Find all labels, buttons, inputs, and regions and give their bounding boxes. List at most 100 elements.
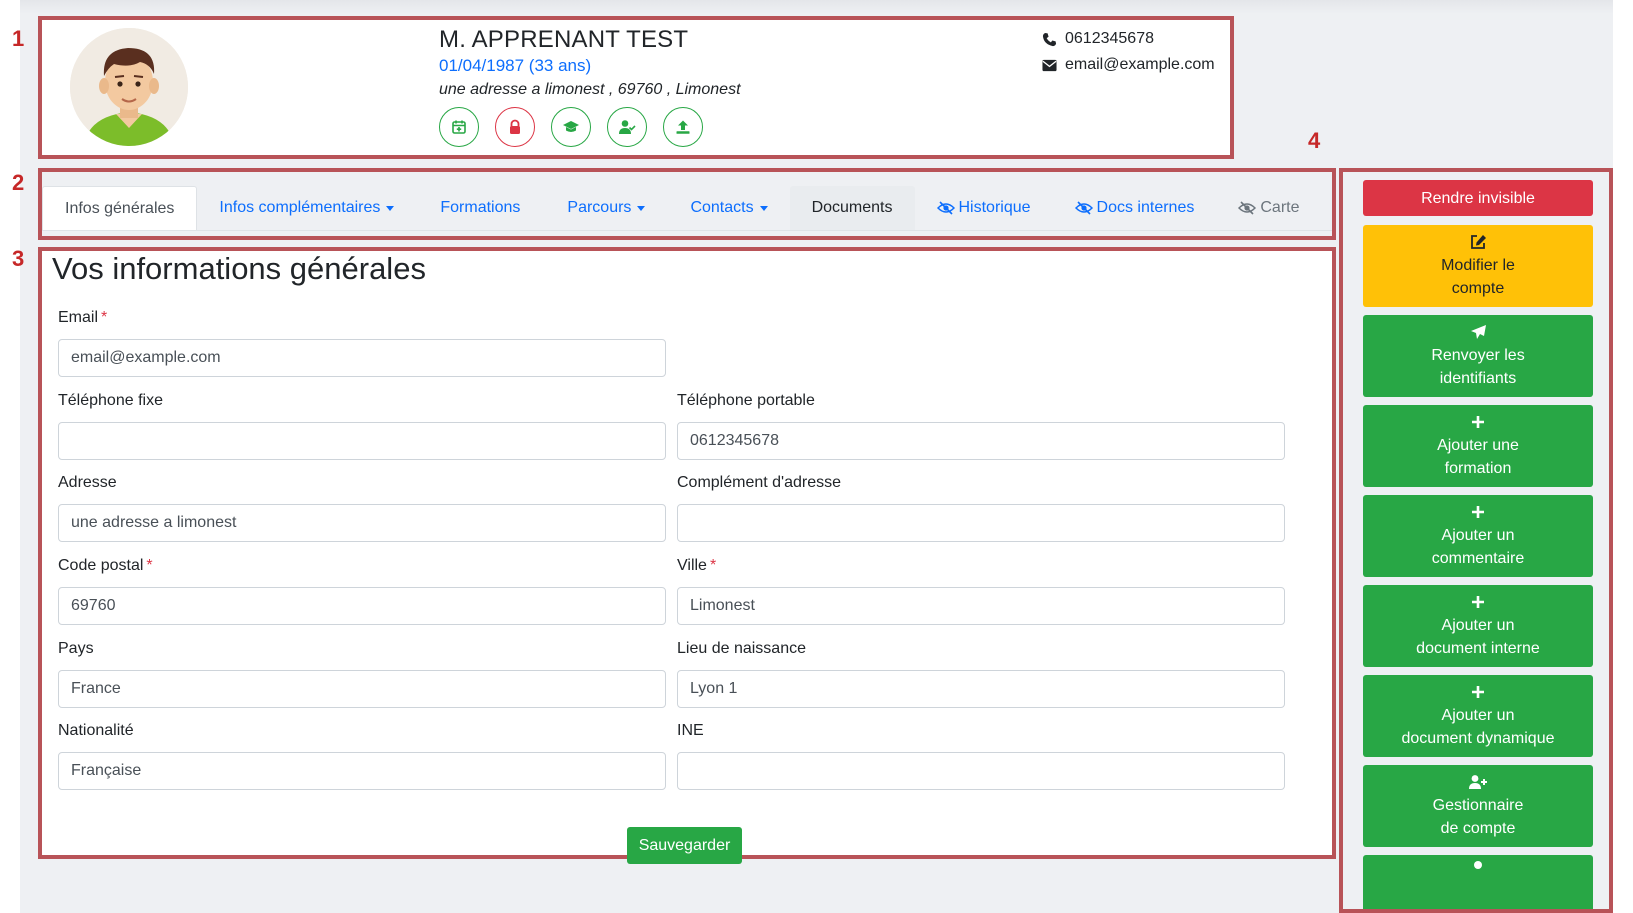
account-manager-button[interactable]: Gestionnaire de compte — [1363, 765, 1593, 847]
code-postal-input[interactable]: 69760 — [58, 587, 666, 625]
upload-icon — [676, 120, 690, 134]
user-check-button[interactable] — [607, 107, 647, 147]
resend-credentials-button[interactable]: Renvoyer les identifiants — [1363, 315, 1593, 397]
tab-infos-generales[interactable]: Infos générales — [42, 186, 198, 230]
profile-name: M. APPRENANT TEST — [439, 26, 689, 53]
nationalite-input[interactable]: Française — [58, 752, 666, 790]
edit-icon — [1470, 235, 1486, 249]
tab-parcours[interactable]: Parcours — [543, 186, 668, 230]
paper-plane-icon — [1470, 325, 1486, 339]
code-postal-label: Code postal * — [58, 557, 153, 574]
required-asterisk: * — [101, 309, 108, 326]
ville-field-group: Ville * Limonest — [677, 557, 1285, 625]
email-field-group: Email * email@example.com — [58, 309, 666, 377]
plus-icon — [1472, 506, 1484, 518]
plus-icon — [1472, 416, 1484, 428]
profile-email-text: email@example.com — [1065, 56, 1215, 73]
avatar-illustration-icon — [70, 28, 188, 146]
upload-button[interactable] — [663, 107, 703, 147]
complement-input[interactable] — [677, 504, 1285, 542]
tel-portable-label: Téléphone portable — [677, 392, 815, 409]
nationalite-label: Nationalité — [58, 722, 134, 739]
tel-fixe-input[interactable] — [58, 422, 666, 460]
save-button[interactable]: Sauvegarder — [627, 827, 742, 864]
lock-icon — [510, 119, 520, 134]
tel-portable-field-group: Téléphone portable 0612345678 — [677, 392, 1285, 460]
hide-account-button[interactable]: Rendre invisible — [1363, 180, 1593, 216]
user-check-icon — [619, 120, 636, 134]
tel-portable-input[interactable]: 0612345678 — [677, 422, 1285, 460]
tel-fixe-field-group: Téléphone fixe — [58, 392, 666, 460]
tel-fixe-label: Téléphone fixe — [58, 392, 163, 409]
tab-docs-internes[interactable]: Docs internes — [1053, 186, 1217, 230]
add-internal-document-button[interactable]: Ajouter un document interne — [1363, 585, 1593, 667]
nationalite-field-group: Nationalité Française — [58, 722, 666, 790]
email-input[interactable]: email@example.com — [58, 339, 666, 377]
ine-field-group: INE — [677, 722, 1285, 790]
tab-carte[interactable]: Carte — [1216, 186, 1321, 230]
pays-label: Pays — [58, 640, 94, 657]
graduation-cap-icon — [563, 121, 579, 132]
actions-sidebar: Rendre invisible Modifier le compte Renv… — [1339, 168, 1613, 913]
top-shadow — [20, 0, 1613, 14]
plus-icon — [1472, 686, 1484, 698]
profile-birthdate: 01/04/1987 (33 ans) — [439, 56, 592, 75]
add-comment-button[interactable]: Ajouter un commentaire — [1363, 495, 1593, 577]
ine-input[interactable] — [677, 752, 1285, 790]
ville-input[interactable]: Limonest — [677, 587, 1285, 625]
calendar-plus-icon — [452, 120, 466, 134]
pays-field-group: Pays France — [58, 640, 666, 708]
code-postal-field-group: Code postal * 69760 — [58, 557, 666, 625]
annotation-marker-1: 1 — [12, 26, 25, 51]
caret-down-icon — [759, 205, 768, 211]
complement-field-group: Complément d'adresse — [677, 474, 1285, 542]
add-dynamic-document-button[interactable]: Ajouter un document dynamique — [1363, 675, 1593, 757]
add-formation-button[interactable]: Ajouter une formation — [1363, 405, 1593, 487]
tab-formations[interactable]: Formations — [416, 186, 543, 230]
caret-down-icon — [637, 205, 646, 211]
annotation-marker-2: 2 — [12, 170, 25, 195]
eye-slash-icon — [1238, 201, 1257, 215]
email-label: Email * — [58, 309, 108, 326]
tab-contacts[interactable]: Contacts — [668, 186, 789, 230]
tab-documents[interactable]: Documents — [789, 186, 915, 230]
tabs-divider — [42, 230, 1332, 231]
form-title: Vos informations générales — [52, 251, 426, 286]
calendar-plus-button[interactable] — [439, 107, 479, 147]
annotation-marker-4: 4 — [1308, 128, 1321, 153]
required-asterisk: * — [709, 557, 717, 574]
avatar — [70, 28, 188, 146]
lock-button[interactable] — [495, 107, 535, 147]
more-actions-button[interactable] — [1363, 855, 1593, 909]
annotation-marker-3: 3 — [12, 246, 25, 271]
edit-account-button[interactable]: Modifier le compte — [1363, 225, 1593, 307]
eye-slash-icon — [1074, 201, 1093, 215]
lieu-naissance-input[interactable]: Lyon 1 — [677, 670, 1285, 708]
adresse-input[interactable]: une adresse a limonest — [58, 504, 666, 542]
profile-phone-text: 0612345678 — [1065, 30, 1154, 47]
complement-label: Complément d'adresse — [677, 474, 842, 491]
tabs-bar: Infos générales Infos complémentaires Fo… — [38, 168, 1336, 240]
user-plus-icon — [1469, 775, 1487, 789]
profile-email: email@example.com — [1042, 56, 1215, 74]
ville-label: Ville * — [677, 557, 717, 574]
phone-icon — [1042, 32, 1057, 46]
tab-historique[interactable]: Historique — [915, 186, 1053, 230]
caret-down-icon — [386, 205, 395, 211]
user-icon — [1474, 861, 1482, 869]
adresse-label: Adresse — [58, 474, 117, 491]
eye-slash-icon — [936, 201, 955, 215]
tabs-list: Infos générales Infos complémentaires Fo… — [42, 186, 1321, 230]
profile-actions — [439, 107, 703, 147]
general-info-form: Vos informations générales Email * email@… — [38, 247, 1336, 864]
lieu-naissance-label: Lieu de naissance — [677, 640, 806, 657]
pays-input[interactable]: France — [58, 670, 666, 708]
plus-icon — [1472, 596, 1484, 608]
tab-infos-complementaires[interactable]: Infos complémentaires — [197, 186, 416, 230]
graduation-button[interactable] — [551, 107, 591, 147]
envelope-icon — [1042, 59, 1057, 71]
lieu-naissance-field-group: Lieu de naissance Lyon 1 — [677, 640, 1285, 708]
profile-phone: 0612345678 — [1042, 30, 1154, 48]
required-asterisk: * — [146, 557, 153, 574]
ine-label: INE — [677, 722, 704, 739]
